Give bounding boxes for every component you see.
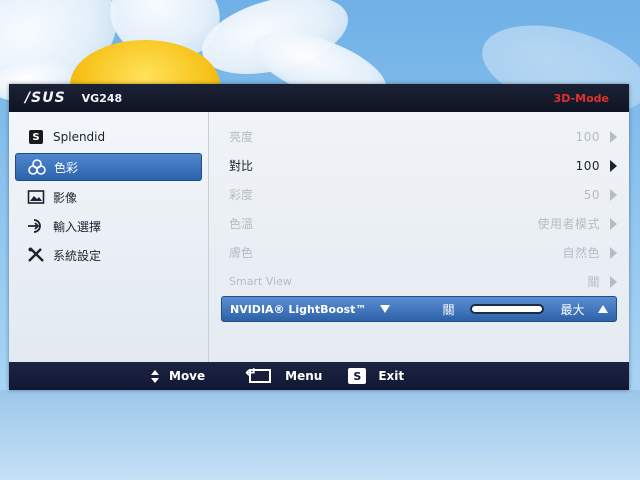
wallpaper-bottom (0, 390, 640, 480)
lightboost-max-label: 最大 (560, 302, 585, 317)
triangle-up-icon[interactable] (598, 305, 608, 313)
footer-move-label: Move (169, 369, 206, 383)
exit-s-icon: S (348, 368, 367, 384)
sidebar-item-splendid[interactable]: S Splendid (15, 124, 202, 150)
color-circles-icon (28, 159, 46, 175)
setting-label: 膚色 (229, 246, 254, 260)
footer-move[interactable]: Move (151, 369, 205, 383)
lightboost-min-label: 關 (442, 302, 455, 317)
setting-label: 色溫 (229, 217, 254, 231)
image-icon (27, 189, 45, 205)
setting-value: 使用者模式 (537, 217, 600, 231)
osd-sidebar: S Splendid 色彩 影像 輸入選擇 系統設定 (9, 112, 209, 362)
arrow-right-icon (610, 188, 617, 201)
sidebar-item-label: Splendid (53, 130, 106, 144)
osd-footer: Move Menu S Exit (9, 362, 629, 390)
arrow-right-icon (610, 275, 617, 288)
sidebar-item-color[interactable]: 色彩 (15, 153, 202, 181)
mode-indicator: 3D-Mode (553, 91, 609, 105)
sidebar-item-input[interactable]: 輸入選擇 (15, 213, 202, 239)
setting-row-contrast[interactable]: 對比 100 (229, 151, 619, 180)
lightboost-slider[interactable] (470, 304, 545, 314)
osd-header: /SUS VG248 3D-Mode (9, 84, 629, 112)
setting-row-color-temp[interactable]: 色溫 使用者模式 (229, 209, 619, 238)
up-down-arrows-icon (151, 369, 159, 383)
setting-row-skin-tone[interactable]: 膚色 自然色 (229, 238, 619, 267)
setting-row-smart-view[interactable]: Smart View 關 (229, 267, 619, 296)
setting-label: 彩度 (229, 188, 254, 202)
setting-label: 亮度 (229, 130, 254, 144)
sidebar-item-image[interactable]: 影像 (15, 184, 202, 210)
menu-enter-icon (245, 365, 272, 383)
setting-label: 對比 (229, 159, 254, 173)
input-icon (27, 218, 45, 234)
splendid-s-icon: S (27, 129, 45, 145)
osd-menu: /SUS VG248 3D-Mode S Splendid 色彩 影像 輸入選擇… (9, 84, 629, 390)
arrow-right-icon (610, 159, 617, 172)
setting-row-saturation[interactable]: 彩度 50 (229, 180, 619, 209)
setting-label: Smart View (229, 275, 292, 288)
setting-value: 100 (575, 158, 600, 173)
sidebar-item-label: 色彩 (54, 160, 79, 175)
setting-value: 關 (587, 275, 600, 289)
sidebar-item-label: 輸入選擇 (53, 219, 102, 234)
setting-row-brightness[interactable]: 亮度 100 (229, 122, 619, 151)
sidebar-item-label: 影像 (53, 190, 78, 205)
osd-body: S Splendid 色彩 影像 輸入選擇 系統設定 亮度 100 對比 100… (9, 112, 629, 362)
footer-menu-label: Menu (285, 369, 323, 383)
triangle-down-icon[interactable] (380, 305, 391, 313)
setting-value: 自然色 (562, 246, 600, 260)
footer-exit[interactable]: S Exit (348, 368, 404, 384)
lightboost-label: NVIDIA® LightBoost™ (230, 302, 367, 316)
brand-logo: /SUS (25, 90, 66, 106)
setting-value: 50 (583, 187, 600, 202)
sidebar-item-system[interactable]: 系統設定 (15, 242, 202, 268)
model-name: VG248 (81, 91, 123, 105)
tools-icon (27, 247, 45, 263)
lightboost-row[interactable]: NVIDIA® LightBoost™ 關 最大 (221, 296, 617, 322)
arrow-right-icon (610, 130, 617, 143)
setting-value: 100 (575, 129, 600, 144)
footer-exit-label: Exit (378, 369, 405, 383)
footer-menu[interactable]: Menu (245, 365, 323, 383)
arrow-right-icon (610, 217, 617, 230)
sidebar-item-label: 系統設定 (53, 248, 102, 263)
settings-panel: 亮度 100 對比 100 彩度 50 色溫 使用者模式 膚色 自然色 Smar… (209, 112, 629, 362)
arrow-right-icon (610, 246, 617, 259)
